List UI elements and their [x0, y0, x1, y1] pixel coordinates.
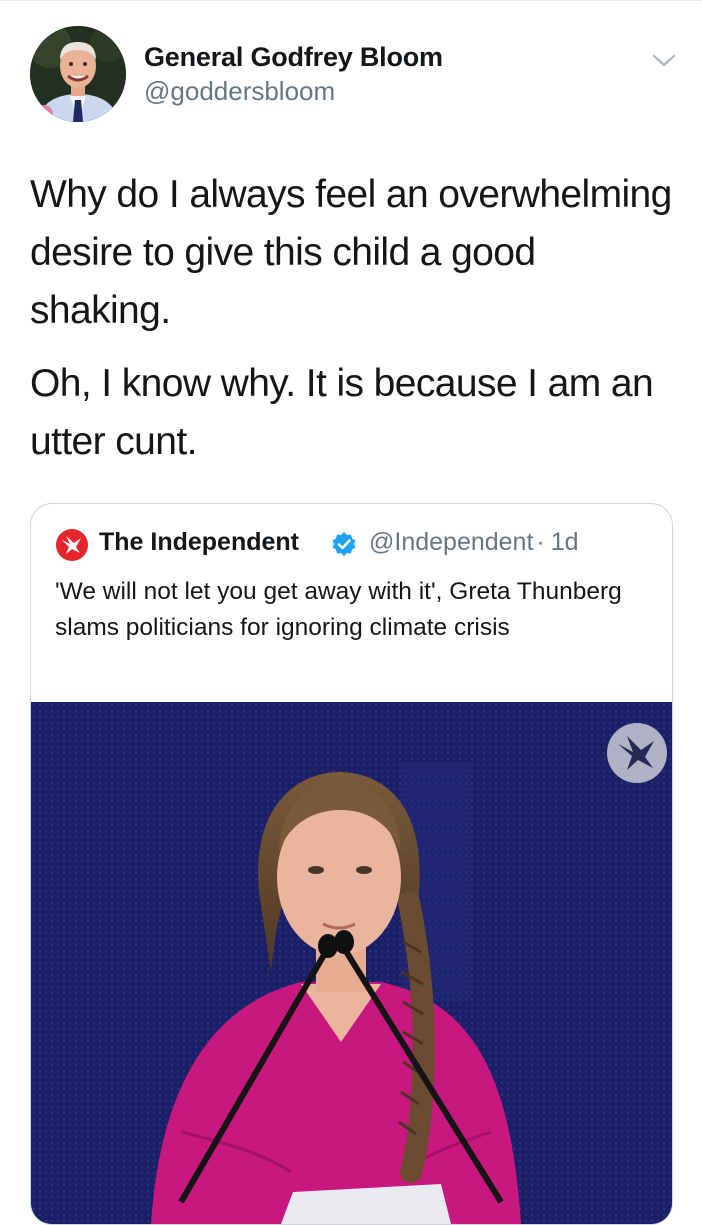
quoted-tweet-age[interactable]: 1d [551, 528, 579, 556]
top-divider [0, 0, 702, 1]
quoted-tweet-media[interactable] [31, 702, 672, 1224]
avatar-photo [30, 26, 126, 122]
verified-badge-icon [331, 531, 357, 557]
avatar[interactable] [30, 26, 126, 122]
chevron-down-icon[interactable] [650, 50, 678, 70]
speaker-photo [31, 702, 672, 1224]
quoted-author-name[interactable]: The Independent [99, 528, 299, 557]
author-handle[interactable]: @goddersbloom [144, 76, 335, 107]
quoted-tweet-card[interactable]: The Independent @Independent · 1d 'We will… [30, 503, 673, 1225]
independent-logo-icon [55, 528, 89, 562]
tweet-text: Why do I always feel an overwhelming des… [30, 166, 680, 486]
meta-separator: · [536, 528, 545, 556]
tweet-paragraph: Why do I always feel an overwhelming des… [30, 173, 672, 332]
quoted-handle-line: @Independent · 1d [369, 528, 579, 557]
quoted-tweet-text: 'We will not let you get away with it', … [55, 578, 622, 641]
tweet-paragraph: Oh, I know why. It is because I am an ut… [30, 362, 654, 463]
independent-eagle-watermark-icon [606, 722, 668, 784]
quoted-author-handle[interactable]: @Independent [369, 528, 533, 556]
author-display-name[interactable]: General Godfrey Bloom [144, 42, 443, 73]
